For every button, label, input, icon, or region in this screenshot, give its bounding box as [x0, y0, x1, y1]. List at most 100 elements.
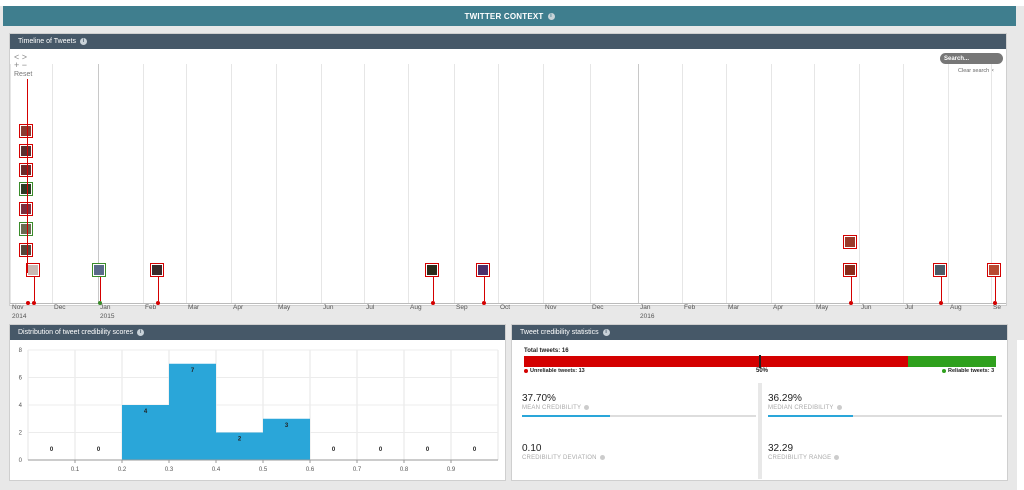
tweet-thumbnail[interactable]	[843, 263, 857, 277]
mean-credibility-label: MEAN CREDIBILITY	[522, 405, 590, 411]
tweet-thumbnail[interactable]	[425, 263, 439, 277]
tweet-avatar-icon	[21, 204, 31, 214]
tweet-stem	[433, 277, 434, 301]
timeline-gridline	[321, 64, 322, 303]
x-tick-label: 0.7	[353, 467, 362, 473]
bar-count-label: 0	[97, 447, 101, 453]
info-icon[interactable]	[836, 405, 842, 410]
tweet-avatar-icon	[21, 184, 31, 194]
tweet-avatar-icon	[94, 265, 104, 275]
timeline-month-label: Dec	[54, 304, 66, 311]
tweet-dot[interactable]	[98, 301, 102, 305]
timeline-gridline	[276, 64, 277, 303]
stats-panel-header: Tweet credibility statistics i	[512, 325, 1007, 340]
tweet-thumbnail[interactable]	[19, 202, 33, 216]
info-icon[interactable]	[584, 405, 590, 410]
tweet-avatar-icon	[21, 146, 31, 156]
timeline-search-input[interactable]: Search...	[940, 53, 1003, 64]
timeline-month-label: Mar	[728, 304, 740, 311]
tweet-dot[interactable]	[32, 301, 36, 305]
tweet-stem	[995, 277, 996, 301]
tweet-thumbnail[interactable]	[92, 263, 106, 277]
timeline-month-label: Feb	[145, 304, 157, 311]
tweet-stem	[484, 277, 485, 301]
histogram-chart: 024680 047230 0 0 00.1 0.2 0.3 0.4 0.5 0.6 0.7 0.8 0…	[19, 348, 499, 473]
info-icon[interactable]	[599, 455, 605, 460]
timeline-month-label: Mar	[188, 304, 200, 311]
clear-search-button[interactable]: Clear search ×	[958, 68, 994, 74]
credibility-range-card: 32.29 CREDIBILITY RANGE	[762, 437, 1002, 475]
tweet-dot[interactable]	[26, 301, 30, 305]
tweet-thumbnail[interactable]	[933, 263, 947, 277]
timeline-gridline	[10, 64, 11, 303]
timeline-month-label: Jul	[366, 304, 375, 311]
tweet-stem	[34, 277, 35, 301]
tweet-avatar-icon	[845, 237, 855, 247]
timeline-month-label: Jan	[640, 304, 651, 311]
tweet-thumbnail[interactable]	[19, 222, 33, 236]
info-icon[interactable]: i	[547, 12, 555, 20]
credibility-split-bar	[524, 355, 996, 368]
tweet-thumbnail[interactable]	[987, 263, 1001, 277]
credibility-range-label: CREDIBILITY RANGE	[768, 455, 840, 461]
page-scrollbar[interactable]	[1017, 340, 1024, 490]
tweet-dot[interactable]	[431, 301, 435, 305]
tweet-avatar-icon	[989, 265, 999, 275]
timeline-month-label: May	[816, 304, 829, 311]
tweet-dot[interactable]	[156, 301, 160, 305]
median-credibility-card: 36.29% MEDIAN CREDIBILITY	[762, 387, 1002, 425]
timeline-gridline	[454, 64, 455, 303]
timeline-nav-arrows[interactable]: < > + −	[14, 53, 27, 70]
y-tick-label: 6	[19, 376, 23, 382]
y-tick-label: 4	[19, 403, 23, 409]
tweet-avatar-icon	[935, 265, 945, 275]
y-tick-label: 0	[19, 458, 23, 464]
timeline-gridline	[859, 64, 860, 303]
timeline-year-label: 2014	[12, 313, 27, 320]
page: TWITTER CONTEXT i Timeline of Tweets i <…	[0, 0, 1024, 490]
unreliable-dot-icon	[524, 369, 528, 373]
info-icon[interactable]: i	[79, 38, 87, 45]
timeline-month-label: Aug	[410, 304, 422, 311]
tweet-dot[interactable]	[993, 301, 997, 305]
timeline-month-label: Jan	[100, 304, 111, 311]
credibility-deviation-card: 0.10 CREDIBILITY DEVIATION	[516, 437, 756, 475]
reliable-label: Reliable tweets: 3	[948, 368, 995, 374]
tweet-thumbnail[interactable]	[19, 144, 33, 158]
timeline-gridline	[498, 64, 499, 303]
timeline-gridline	[590, 64, 591, 303]
zoom-icon[interactable]: + −	[14, 61, 27, 70]
tweet-thumbnail[interactable]	[843, 235, 857, 249]
timeline-month-label: Jun	[861, 304, 872, 311]
tweet-thumbnail[interactable]	[26, 263, 40, 277]
tweet-thumbnail[interactable]	[19, 124, 33, 138]
tweet-thumbnail[interactable]	[476, 263, 490, 277]
tweet-dot[interactable]	[849, 301, 853, 305]
median-credibility-value: 36.29%	[768, 393, 802, 404]
tweet-thumbnail[interactable]	[19, 243, 33, 257]
histogram-title: Distribution of tweet credibility scores	[18, 329, 134, 336]
tweet-thumbnail[interactable]	[19, 182, 33, 196]
info-icon[interactable]: i	[137, 329, 145, 336]
timeline-month-label: Oct	[500, 304, 511, 311]
x-tick-label: 0.1	[71, 467, 80, 473]
info-icon[interactable]: i	[602, 329, 610, 336]
histogram-panel: Distribution of tweet credibility scores…	[9, 324, 506, 481]
timeline-month-label: Jul	[905, 304, 914, 311]
credibility-deviation-label: CREDIBILITY DEVIATION	[522, 455, 605, 461]
timeline-month-label: Apr	[773, 304, 784, 311]
tweet-dot[interactable]	[939, 301, 943, 305]
bar-count-label: 0	[50, 447, 54, 453]
timeline-gridline	[231, 64, 232, 303]
tweet-thumbnail[interactable]	[19, 163, 33, 177]
timeline-gridline	[186, 64, 187, 303]
reset-button[interactable]: Reset	[14, 71, 32, 78]
tweet-thumbnail[interactable]	[150, 263, 164, 277]
timeline-area[interactable]: < > + − Reset Search... Clear search × N…	[10, 49, 1006, 320]
info-icon[interactable]	[834, 455, 840, 460]
tweet-dot[interactable]	[482, 301, 486, 305]
tweet-avatar-icon	[28, 265, 38, 275]
tweet-stem	[100, 277, 101, 301]
bar-count-label: 0	[473, 447, 477, 453]
timeline-year-label: 2015	[100, 313, 115, 320]
